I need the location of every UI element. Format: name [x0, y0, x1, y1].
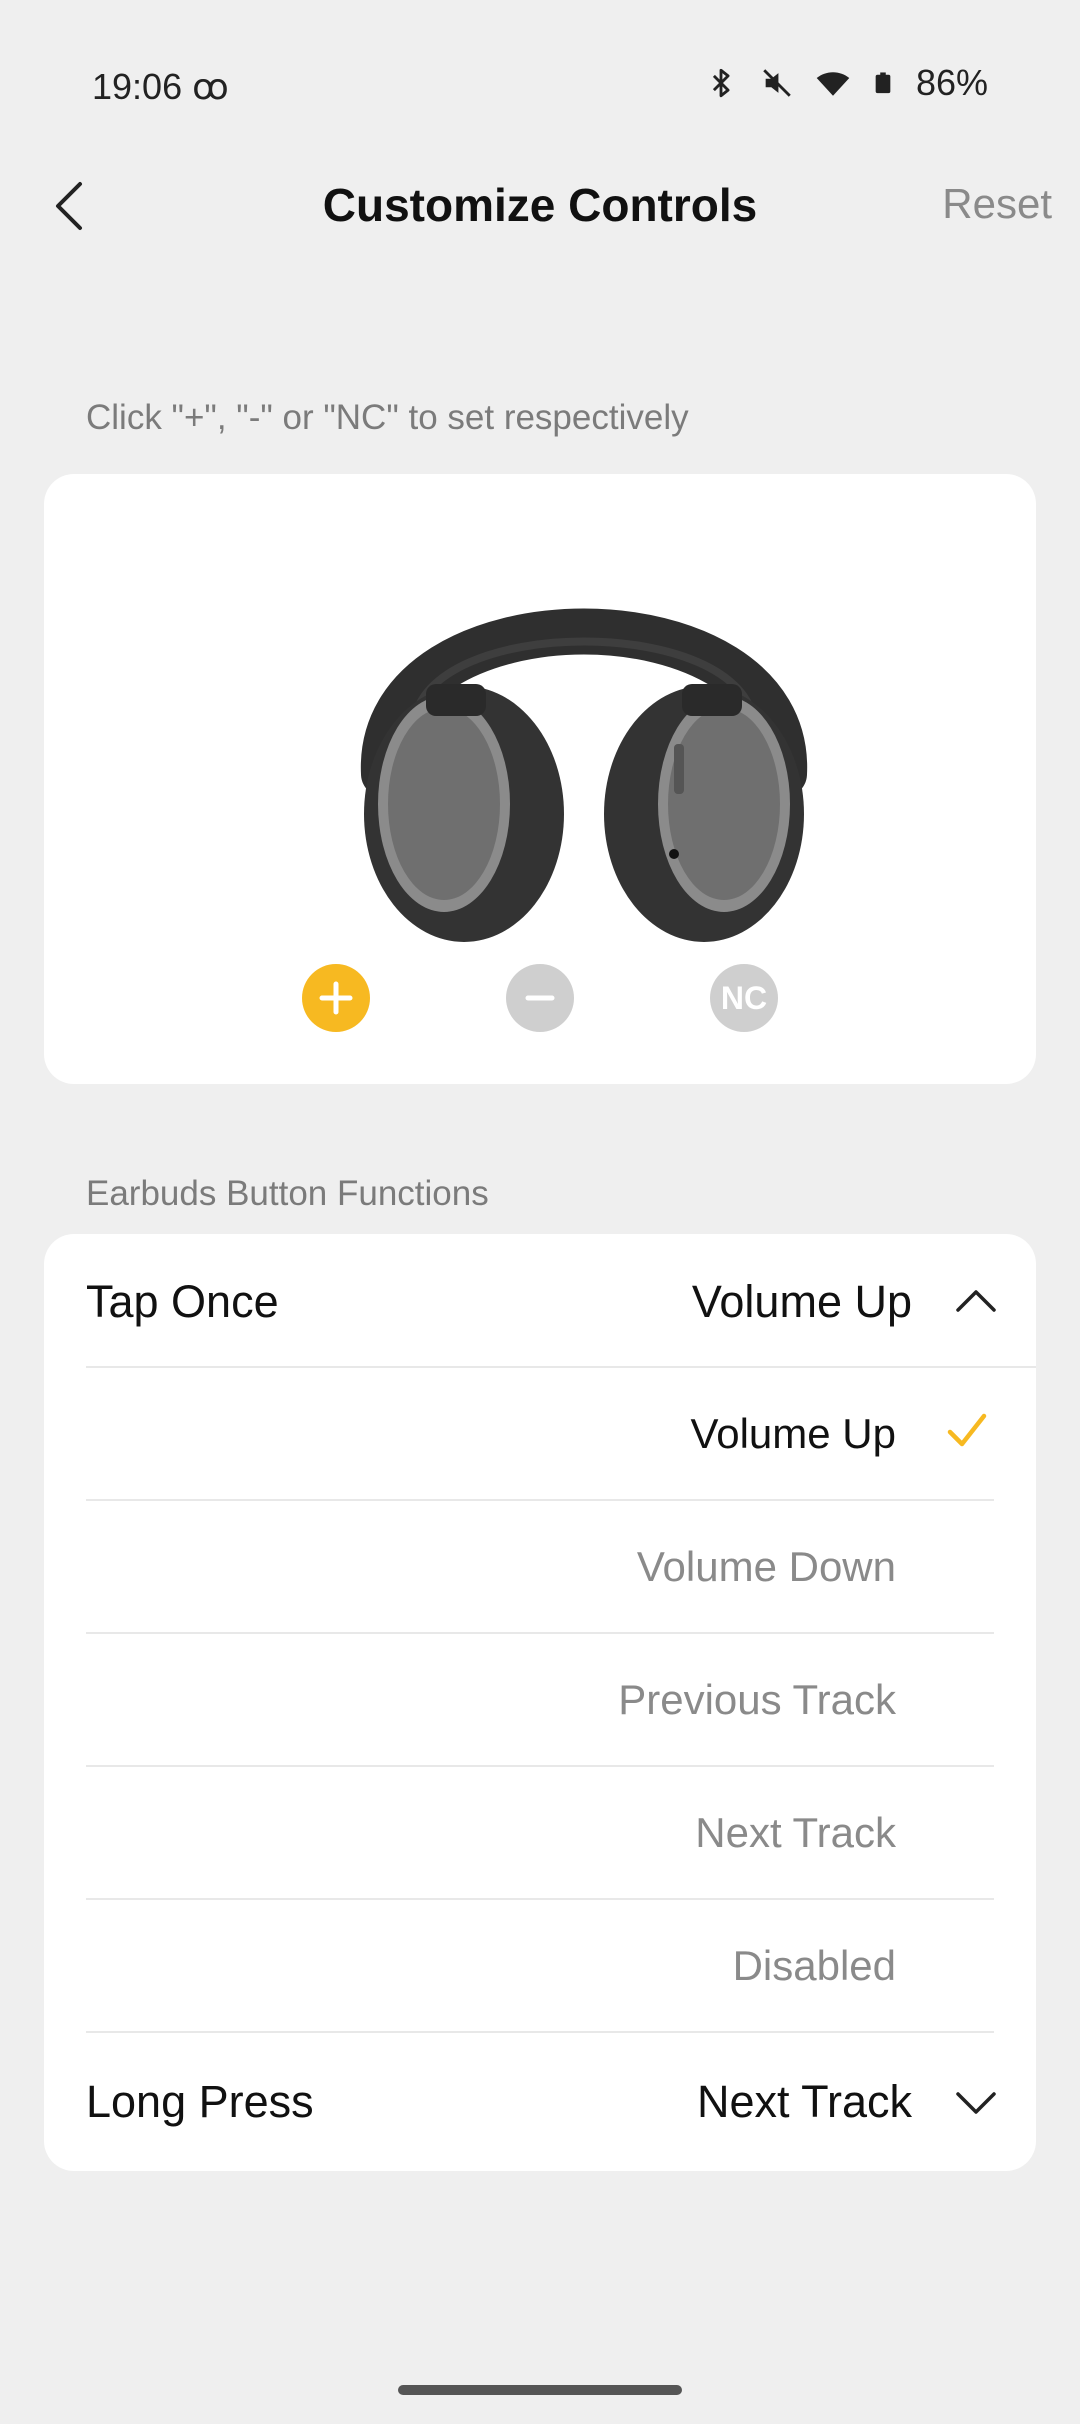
minus-icon — [525, 995, 555, 1001]
plus-icon — [319, 981, 353, 1015]
carrier-icon: ꝏ — [192, 66, 229, 107]
minus-control-button[interactable] — [506, 964, 574, 1032]
headphones-card: NC — [44, 474, 1036, 1084]
chevron-up-icon[interactable] — [952, 1278, 1000, 1326]
long-press-value: Next Track — [696, 2076, 912, 2127]
plus-control-button[interactable] — [302, 964, 370, 1032]
tap-once-row[interactable]: Tap Once Volume Up — [44, 1234, 1036, 1368]
chevron-down-icon[interactable] — [952, 2078, 1000, 2126]
option-label: Volume Down — [636, 1543, 896, 1590]
mute-icon — [763, 69, 791, 97]
nc-control-button[interactable]: NC — [710, 964, 778, 1032]
option-label: Volume Up — [690, 1410, 896, 1457]
option-label: Previous Track — [618, 1676, 896, 1723]
tap-once-label: Tap Once — [86, 1276, 279, 1327]
option-label: Next Track — [695, 1809, 896, 1856]
headphones-image — [360, 608, 808, 942]
status-time: 19:06 ꝏ — [92, 66, 229, 107]
tap-once-value: Volume Up — [691, 1276, 912, 1327]
status-bar: 19:06 ꝏ 86% — [0, 0, 1080, 170]
option-previous-track[interactable]: Previous Track — [86, 1634, 994, 1767]
nc-label: NC — [720, 979, 768, 1016]
battery-icon — [875, 72, 891, 94]
page-title: Customize Controls — [322, 179, 758, 231]
long-press-label: Long Press — [86, 2076, 314, 2127]
instruction-hint: Click "+", "-" or "NC" to set respective… — [86, 398, 689, 437]
option-volume-up[interactable]: Volume Up — [86, 1368, 994, 1501]
checkmark-icon — [947, 1413, 987, 1447]
home-indicator[interactable] — [398, 2385, 682, 2395]
option-volume-down[interactable]: Volume Down — [86, 1501, 994, 1634]
option-label: Disabled — [732, 1942, 896, 1989]
button-functions-card: Tap Once Volume Up Volume Up Volume Down… — [44, 1234, 1036, 2171]
section-label: Earbuds Button Functions — [86, 1174, 489, 1213]
bluetooth-icon — [712, 68, 730, 98]
option-disabled[interactable]: Disabled — [86, 1900, 994, 2033]
battery-percent: 86% — [915, 62, 988, 103]
customize-controls-screen: 19:06 ꝏ 86% Customize Controls Reset Cli… — [0, 0, 1080, 2424]
status-icons: 86% — [704, 62, 988, 104]
long-press-row[interactable]: Long Press Next Track — [44, 2034, 1036, 2168]
wifi-icon — [816, 72, 850, 96]
reset-button[interactable]: Reset — [942, 180, 1052, 228]
option-next-track[interactable]: Next Track — [86, 1767, 994, 1900]
